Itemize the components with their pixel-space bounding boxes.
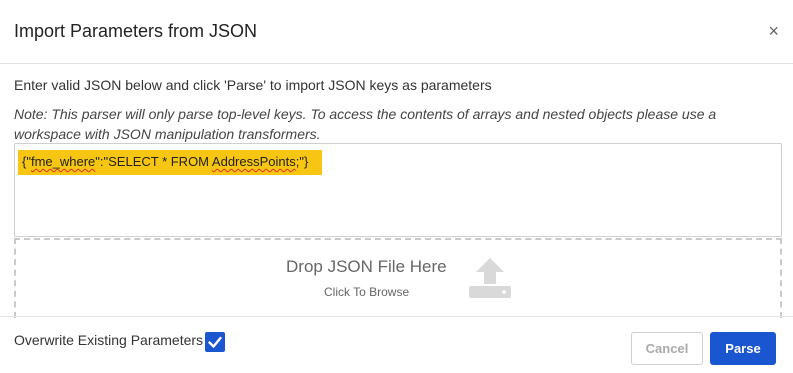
parser-note: Note: This parser will only parse top-le… <box>14 106 717 142</box>
instructions-text: Enter valid JSON below and click 'Parse'… <box>14 77 492 93</box>
overwrite-label: Overwrite Existing Parameters <box>14 332 204 348</box>
dialog-title: Import Parameters from JSON <box>14 21 258 41</box>
json-fragment: {" <box>22 154 31 169</box>
json-input[interactable]: {"fme_where":"SELECT * FROM AddressPoint… <box>14 143 782 237</box>
parse-button[interactable]: Parse <box>710 332 776 365</box>
upload-icon <box>469 258 511 298</box>
import-json-dialog: Import Parameters from JSON × Enter vali… <box>0 0 793 373</box>
dropzone-title: Drop JSON File Here <box>286 257 447 276</box>
json-input-value: {"fme_where":"SELECT * FROM AddressPoint… <box>18 150 323 175</box>
dropzone-subtitle: Click To Browse <box>324 285 410 299</box>
json-file-dropzone[interactable]: Drop JSON File Here Click To Browse <box>14 238 782 318</box>
json-fragment: ;"} <box>295 154 309 169</box>
dialog-header: Import Parameters from JSON × <box>0 0 793 64</box>
cancel-button[interactable]: Cancel <box>631 332 703 365</box>
dialog-footer: Overwrite Existing Parameters Cancel Par… <box>0 316 793 373</box>
close-icon[interactable]: × <box>768 22 779 40</box>
json-fragment: ":"SELECT * FROM <box>95 154 212 169</box>
json-table-misspelled: AddressPoints <box>211 154 296 169</box>
checkmark-icon <box>208 336 222 348</box>
json-key-misspelled: fme_where <box>30 154 96 169</box>
overwrite-checkbox[interactable] <box>205 332 225 352</box>
